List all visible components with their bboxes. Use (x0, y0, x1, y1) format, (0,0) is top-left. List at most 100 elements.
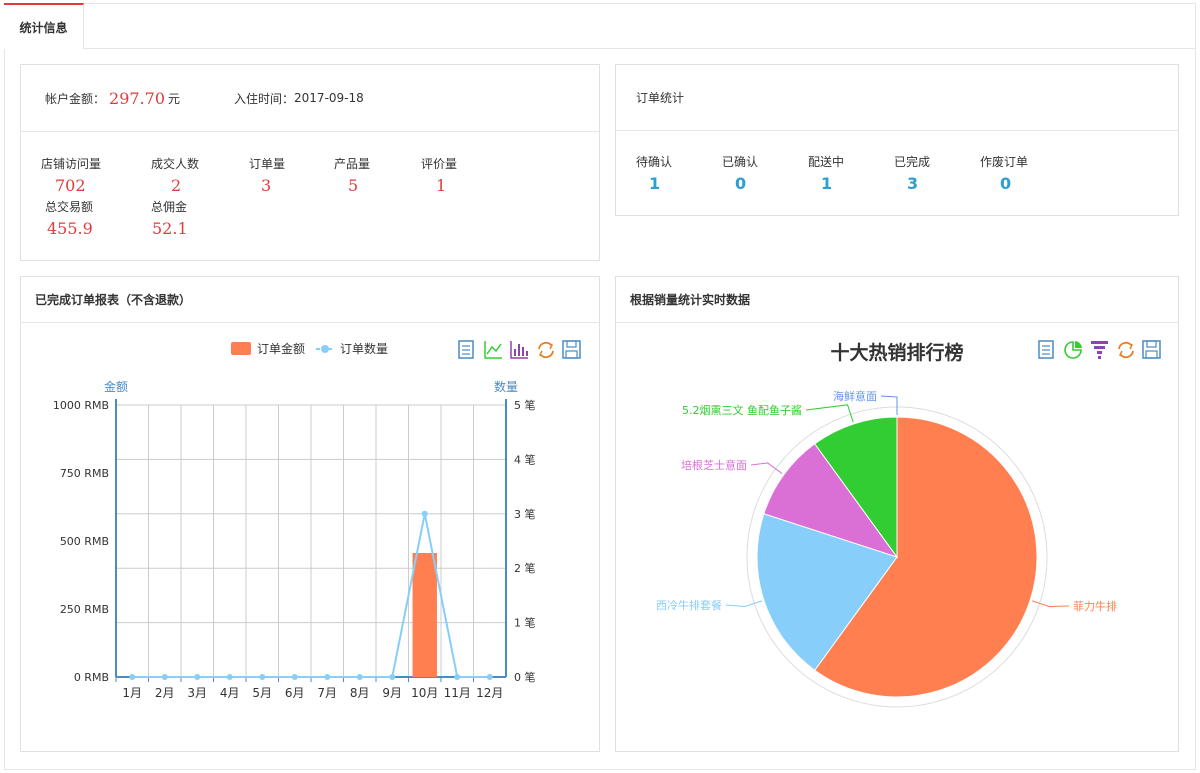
order-pending[interactable]: 待确认 1 (636, 153, 706, 193)
y2-tick-label: 5 笔 (514, 398, 536, 412)
order-stat-label: 已确认 (722, 155, 759, 169)
save-slot (566, 340, 577, 348)
pie-slice-icon (1075, 341, 1082, 348)
x-tick-label: 10月 (411, 686, 438, 700)
chart-legend[interactable]: 订单金额 订单数量 (231, 341, 388, 356)
legend-bar-label: 订单金额 (257, 341, 305, 356)
stat-value: 2 (171, 176, 182, 195)
join-date-label: 入住时间： (234, 91, 295, 106)
stat-label: 总佣金 (151, 200, 188, 214)
stat-total-trade: 总交易额 455.9 (45, 198, 135, 238)
line-point (161, 674, 168, 680)
stat-label: 总交易额 (45, 200, 94, 214)
balance-label: 帐户金额： (45, 91, 106, 106)
pie-label-line (725, 600, 763, 607)
y-tick-label: 0 RMB (74, 671, 109, 684)
chart-toolbox (458, 340, 581, 359)
funnel-icon (1097, 351, 1102, 354)
balance-value: 297.70 (109, 88, 165, 108)
pie-label: 菲力牛排 (1073, 599, 1117, 613)
x-tick-label: 7月 (317, 686, 337, 700)
x-tick-label: 1月 (122, 686, 142, 700)
line-point (454, 674, 461, 680)
order-stat-label: 待确认 (636, 155, 673, 169)
pie-tool-icon[interactable] (1064, 341, 1082, 359)
pie-marks: 十大热销排行榜菲力牛排 西冷牛排套餐 培根芝士意面 5.2烟熏三文 鱼配鱼子酱 海鲜意面 (656, 341, 1117, 708)
funnel-tool-icon[interactable] (1091, 341, 1108, 359)
pie-title: 十大热销排行榜 (830, 341, 963, 364)
x-tick-label: 5月 (252, 686, 272, 700)
line-point (421, 510, 428, 517)
x-tick-label: 4月 (220, 686, 240, 700)
order-confirmed[interactable]: 已确认 0 (722, 153, 792, 193)
bar-chart-bar (526, 351, 528, 356)
stat-value: 702 (55, 176, 86, 195)
funnel-icon (1094, 346, 1105, 349)
y-axis-title: 金额 (104, 379, 128, 394)
pie-label: 西冷牛排套餐 (656, 598, 722, 612)
tab-stats[interactable]: 统计信息 (4, 3, 84, 49)
view-tool-icon[interactable] (458, 340, 474, 359)
y2-tick-label: 3 笔 (514, 507, 536, 521)
stat-label: 店铺访问量 (41, 157, 102, 171)
order-report-chart: 订单金额 订单数量 金额 数量 0 RMB 250 RMB 500 RMB 750 RMB 1… (53, 340, 581, 700)
shop-stats-panel: 帐户金额： 297.70 元 入住时间： 2017-09-18 店铺访问量 70… (20, 64, 600, 261)
join-date-value: 2017-09-18 (294, 91, 364, 105)
line-point (486, 674, 493, 680)
order-report-title: 已完成订单报表（不含退款） (21, 277, 599, 323)
x-tick-label: 9月 (382, 686, 402, 700)
stat-value: 1 (436, 176, 447, 195)
order-stat-label: 作废订单 (980, 155, 1029, 169)
stat-buyers: 成交人数 2 (151, 155, 231, 195)
y-tick-label: 500 RMB (60, 535, 109, 548)
stat-label: 评价量 (421, 157, 458, 171)
stat-value: 3 (261, 176, 272, 195)
y-tick-label: 250 RMB (60, 603, 109, 616)
x-tick-label: 12月 (476, 686, 503, 700)
x-tick-label: 11月 (444, 686, 471, 700)
order-completed[interactable]: 已完成 3 (894, 153, 964, 193)
save-slot (1146, 340, 1157, 348)
line-point (259, 674, 266, 680)
stat-value: 5 (348, 176, 359, 195)
order-stat-value: 1 (649, 174, 661, 193)
save-label (1145, 350, 1158, 359)
funnel-icon (1091, 341, 1108, 344)
stat-value: 455.9 (47, 219, 93, 238)
pie-label-line (1031, 600, 1070, 607)
order-stats-panel: 订单统计 待确认 1 已确认 0 配送中 1 已完成 3 作废订单 0 (615, 64, 1179, 216)
save-tool-icon[interactable] (1142, 340, 1161, 359)
refresh-tool-icon[interactable] (1118, 341, 1134, 359)
line-tool-icon[interactable] (484, 341, 502, 359)
x-tick-label: 8月 (350, 686, 370, 700)
line-point (324, 674, 331, 680)
order-delivering[interactable]: 配送中 1 (808, 153, 878, 193)
legend-bar-swatch (231, 342, 251, 355)
stat-visits: 店铺访问量 702 (41, 155, 131, 195)
x-tick-label: 3月 (187, 686, 207, 700)
y2-tick-label: 2 笔 (514, 561, 536, 575)
sales-panel-title: 根据销量统计实时数据 (616, 277, 1178, 323)
stat-value: 52.1 (152, 219, 188, 238)
stat-label: 产品量 (334, 157, 371, 171)
tab-bar (4, 3, 1196, 49)
refresh-tool-icon[interactable] (538, 341, 554, 359)
chart-axes: 金额 数量 0 RMB 250 RMB 500 RMB 750 RMB 1000 RMB 0 … (53, 379, 536, 700)
pie-label-line (750, 462, 783, 474)
x-tick-label: 2月 (155, 686, 175, 700)
save-tool-icon[interactable] (562, 340, 581, 359)
top-sales-pie-chart: 十大热销排行榜菲力牛排 西冷牛排套餐 培根芝士意面 5.2烟熏三文 鱼配鱼子酱 海鲜意面 (656, 340, 1161, 708)
line-chart-icon (484, 341, 502, 359)
bar-tool-icon[interactable] (510, 341, 528, 359)
line-point (226, 674, 233, 680)
funnel-tip (1098, 356, 1101, 359)
pie-label: 培根芝士意面 (681, 458, 747, 472)
view-tool-icon[interactable] (1038, 340, 1054, 359)
order-stat-value: 0 (1000, 174, 1012, 193)
y-tick-label: 1000 RMB (53, 399, 109, 412)
bar-mark (412, 552, 437, 677)
chart-grid (116, 404, 506, 678)
order-stat-label: 已完成 (894, 155, 931, 169)
order-stat-value: 3 (907, 174, 919, 193)
order-cancelled[interactable]: 作废订单 0 (980, 153, 1060, 193)
